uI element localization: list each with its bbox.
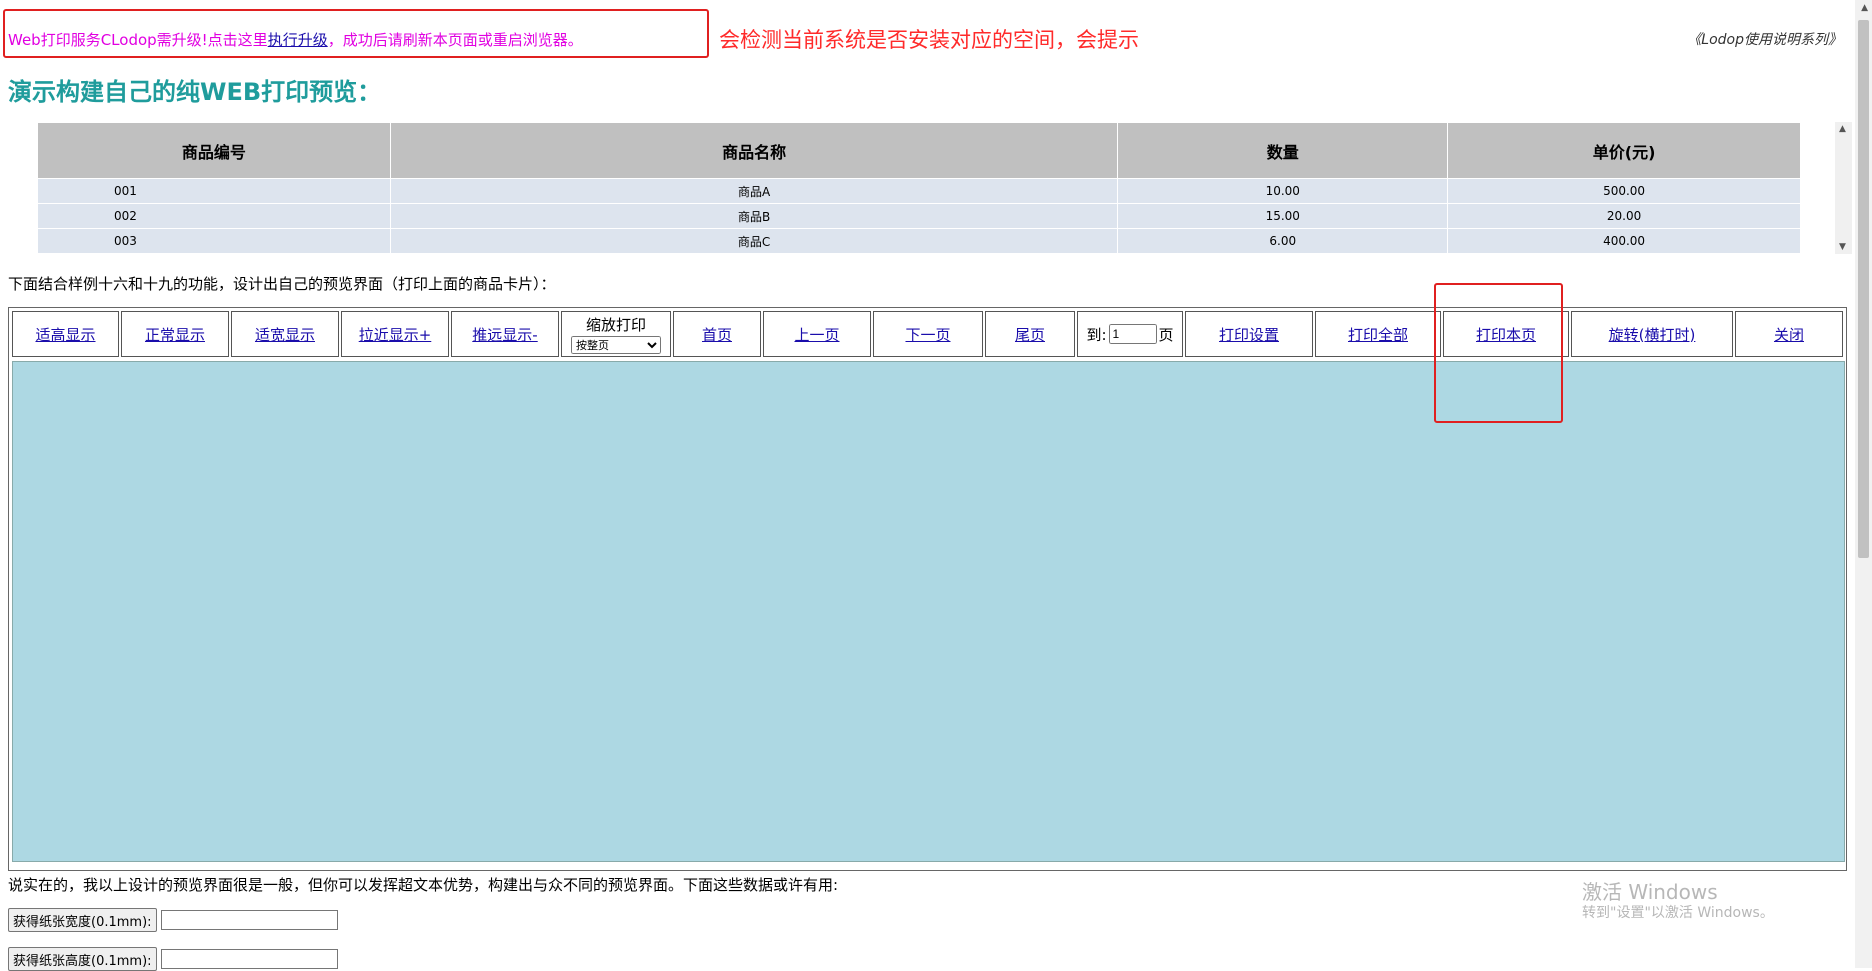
toolbar-cell: 旋转(横打时) (1571, 311, 1733, 357)
cell-price: 20.00 (1447, 203, 1801, 229)
header-quantity: 数量 (1117, 122, 1449, 179)
fit-height-button[interactable]: 适高显示 (35, 324, 95, 345)
page-title: 演示构建自己的纯WEB打印预览： (8, 78, 382, 106)
zoom-print-label: 缩放打印 (585, 316, 646, 334)
toolbar-cell: 尾页 (985, 311, 1075, 357)
header-product-name: 商品名称 (389, 122, 1119, 179)
normal-display-button[interactable]: 正常显示 (145, 324, 205, 345)
header-product-code: 商品编号 (37, 122, 391, 179)
table-row: 001 商品A 10.00 500.00 (37, 178, 1801, 204)
series-link[interactable]: 《Lodop使用说明系列》 (1687, 29, 1842, 49)
notice-prefix: Web打印服务CLodop需升级!点击这里 (8, 31, 268, 49)
toolbar-cell: 关闭 (1735, 311, 1843, 357)
annotation-highlight-box (1434, 283, 1563, 423)
product-table-frame: 商品编号 商品名称 数量 单价(元) 001 商品A 10.00 500.00 … (37, 122, 1823, 254)
scroll-up-icon[interactable]: ▲ (1839, 124, 1846, 134)
paper-height-field[interactable] (161, 949, 338, 969)
toolbar-cell: 首页 (673, 311, 761, 357)
cell-price: 400.00 (1447, 228, 1801, 254)
product-table: 商品编号 商品名称 数量 单价(元) 001 商品A 10.00 500.00 … (37, 122, 1801, 254)
zoom-out-button[interactable]: 推远显示- (472, 324, 537, 345)
notice-suffix: ，成功后请刷新本页面或重启浏览器。 (327, 31, 583, 49)
page-scroll-thumb[interactable] (1858, 20, 1869, 558)
cell-code: 002 (37, 203, 391, 229)
cell-code: 003 (37, 228, 391, 254)
cell-qty: 15.00 (1117, 203, 1449, 229)
activation-watermark-title: 激活 Windows (1582, 880, 1718, 904)
cell-name: 商品A (389, 178, 1119, 204)
bottom-text: 说实在的，我以上设计的预览界面很是一般，但你可以发挥超文本优势，构建出与众不同的… (8, 876, 839, 894)
get-paper-height-button[interactable]: 获得纸张高度(0.1mm): (8, 947, 157, 971)
upgrade-link[interactable]: 执行升级 (268, 31, 328, 49)
table-row: 003 商品C 6.00 400.00 (37, 228, 1801, 254)
zoom-print-select[interactable]: 按整页 (571, 336, 661, 354)
preview-canvas[interactable] (12, 361, 1845, 862)
zoom-in-button[interactable]: 拉近显示+ (359, 324, 432, 345)
fit-width-button[interactable]: 适宽显示 (255, 324, 315, 345)
prev-page-button[interactable]: 上一页 (794, 324, 839, 345)
table-scrollbar[interactable]: ▲ ▼ (1835, 122, 1852, 254)
activation-watermark-hint: 转到"设置"以激活 Windows。 (1582, 905, 1774, 921)
upgrade-notice: Web打印服务CLodop需升级!点击这里执行升级，成功后请刷新本页面或重启浏览… (8, 29, 583, 50)
first-page-button[interactable]: 首页 (702, 324, 732, 345)
toolbar-cell: 推远显示- (451, 311, 559, 357)
annotation-top: 会检测当前系统是否安装对应的空间，会提示 (719, 28, 1139, 52)
toolbar-cell: 正常显示 (121, 311, 229, 357)
cell-qty: 6.00 (1117, 228, 1449, 254)
cell-price: 500.00 (1447, 178, 1801, 204)
table-header-row: 商品编号 商品名称 数量 单价(元) (37, 122, 1801, 179)
toolbar-cell: 适宽显示 (231, 311, 339, 357)
page-scroll-up-icon[interactable]: ▲ (1861, 3, 1868, 13)
goto-page-input[interactable] (1108, 324, 1157, 344)
toolbar-cell: 下一页 (873, 311, 983, 357)
toolbar-cell: 适高显示 (12, 311, 119, 357)
print-all-button[interactable]: 打印全部 (1348, 324, 1408, 345)
cell-name: 商品B (389, 203, 1119, 229)
scroll-down-icon[interactable]: ▼ (1839, 242, 1846, 252)
paper-width-field[interactable] (161, 910, 338, 930)
cell-code: 001 (37, 178, 391, 204)
goto-label: 到: (1086, 325, 1107, 344)
header-unit-price: 单价(元) (1447, 122, 1801, 179)
table-row: 002 商品B 15.00 20.00 (37, 203, 1801, 229)
toolbar-cell: 拉近显示+ (341, 311, 449, 357)
toolbar-cell: 打印设置 (1185, 311, 1313, 357)
cell-qty: 10.00 (1117, 178, 1449, 204)
rotate-button[interactable]: 旋转(横打时) (1609, 324, 1696, 345)
print-setup-button[interactable]: 打印设置 (1219, 324, 1279, 345)
intro-text: 下面结合样例十六和十九的功能，设计出自己的预览界面（打印上面的商品卡片）： (8, 275, 556, 293)
close-button[interactable]: 关闭 (1774, 324, 1804, 345)
page-suffix-label: 页 (1158, 325, 1174, 344)
zoom-print-cell: 缩放打印 按整页 (561, 311, 671, 357)
cell-name: 商品C (389, 228, 1119, 254)
toolbar-cell: 打印全部 (1315, 311, 1441, 357)
last-page-button[interactable]: 尾页 (1015, 324, 1045, 345)
get-paper-width-button[interactable]: 获得纸张宽度(0.1mm): (8, 908, 157, 932)
toolbar-cell: 上一页 (763, 311, 871, 357)
next-page-button[interactable]: 下一页 (905, 324, 950, 345)
goto-page-cell: 到: 页 (1077, 311, 1183, 357)
